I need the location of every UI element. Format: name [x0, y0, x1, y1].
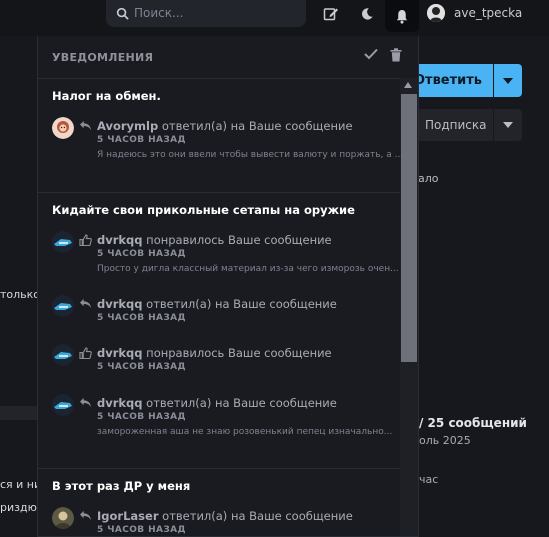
like-icon [79, 347, 92, 359]
notification-user[interactable]: dvrkqq [97, 346, 143, 360]
reply-icon [80, 397, 91, 408]
group-divider [38, 468, 400, 469]
bg-text-year: оль 2025 [419, 434, 471, 447]
notifications-button[interactable] [385, 0, 419, 32]
notification-action: ответил(а) на Ваше сообщение [162, 509, 353, 523]
thread-title[interactable]: В этот раз ДР у меня [52, 479, 190, 493]
scroll-up-arrow-icon[interactable] [404, 82, 412, 88]
theme-toggle-button[interactable] [353, 0, 381, 28]
bg-text-nachalo: ало [418, 172, 439, 185]
notification-action: понравилось Ваше сообщение [146, 346, 332, 360]
caret-down-icon [503, 77, 513, 84]
bg-text-now: час [419, 473, 439, 486]
avatar [52, 394, 74, 416]
notification-time: 5 ЧАСОВ НАЗАД [97, 362, 186, 372]
notification-item[interactable]: IgorLaser ответил(а) на Ваше сообщение 5… [52, 507, 397, 536]
notification-item[interactable]: dvrkqq понравилось Ваше сообщение 5 ЧАСО… [52, 344, 397, 392]
notification-action: ответил(а) на Ваше сообщение [146, 297, 337, 311]
notification-snippet: замороженная аша не знаю розовенький пеп… [97, 427, 393, 437]
bg-text-ni: ся и ни [0, 478, 42, 491]
avatar [52, 295, 74, 317]
subscribe-button-label: Подписка [425, 118, 487, 132]
panel-title: УВЕДОМЛЕНИЯ [52, 51, 154, 64]
notification-time: 5 ЧАСОВ НАЗАД [97, 412, 186, 422]
avatar [52, 507, 74, 529]
notifications-panel: УВЕДОМЛЕНИЯ Налог на обмен. Avorymlp отв… [37, 36, 419, 537]
bg-text-messages: / 25 сообщений [419, 416, 527, 430]
reply-button-label: Ответить [413, 73, 483, 88]
notification-action: понравилось Ваше сообщение [146, 233, 332, 247]
notification-user[interactable]: dvrkqq [97, 297, 143, 311]
like-icon [79, 234, 92, 246]
notification-time: 5 ЧАСОВ НАЗАД [97, 135, 186, 145]
thread-title[interactable]: Кидайте свои прикольные сетапы на оружие [52, 203, 355, 217]
moon-icon [362, 8, 373, 20]
bg-text-tolko: только [0, 288, 41, 301]
top-bar: Поиск... ave_tpecka [0, 0, 549, 36]
thread-title[interactable]: Налог на обмен. [52, 89, 161, 103]
notification-snippet: Я надеюсь это они ввели чтобы вывести ва… [97, 150, 404, 160]
notification-item[interactable]: dvrkqq понравилось Ваше сообщение 5 ЧАСО… [52, 231, 399, 279]
username-link[interactable]: ave_tpecka [454, 6, 522, 20]
notification-action: ответил(а) на Ваше сообщение [161, 119, 353, 133]
notification-item[interactable]: Avorymlp ответил(а) на Ваше сообщение 5 … [52, 117, 403, 165]
bg-divider-strip [0, 406, 38, 420]
notification-item[interactable]: dvrkqq ответил(а) на Ваше сообщение 5 ЧА… [52, 295, 397, 343]
user-avatar[interactable] [427, 4, 445, 22]
group-divider [38, 192, 400, 193]
scrollbar-thumb[interactable] [401, 94, 417, 362]
notification-action: ответил(а) на Ваше сообщение [146, 396, 337, 410]
notification-user[interactable]: dvrkqq [97, 233, 143, 247]
search-input[interactable]: Поиск... [134, 6, 183, 20]
notification-time: 5 ЧАСОВ НАЗАД [97, 525, 186, 535]
trash-icon[interactable] [390, 48, 402, 62]
mark-read-icon[interactable] [364, 48, 378, 60]
caret-down-icon [503, 122, 513, 128]
new-post-button[interactable] [317, 0, 345, 28]
notification-user[interactable]: dvrkqq [97, 396, 143, 410]
notification-time: 5 ЧАСОВ НАЗАД [97, 313, 186, 323]
reply-dropdown-button[interactable] [494, 64, 522, 97]
notification-user[interactable]: IgorLaser [97, 509, 159, 523]
reply-icon [80, 510, 91, 521]
avatar [52, 344, 74, 366]
notification-snippet: Просто у дигла классный материал из-за ч… [97, 264, 399, 274]
bell-icon [396, 9, 408, 24]
notification-item[interactable]: dvrkqq ответил(а) на Ваше сообщение 5 ЧА… [52, 394, 397, 442]
search-box[interactable]: Поиск... [106, 0, 306, 27]
notification-time: 5 ЧАСОВ НАЗАД [97, 249, 186, 259]
avatar [52, 231, 74, 253]
panel-header: УВЕДОМЛЕНИЯ [38, 36, 418, 79]
notification-user[interactable]: Avorymlp [97, 119, 158, 133]
subscribe-dropdown-button[interactable] [494, 109, 522, 141]
avatar [52, 117, 74, 139]
reply-icon [80, 298, 91, 309]
reply-icon [80, 120, 91, 131]
edit-icon [323, 8, 338, 21]
search-icon [116, 7, 129, 20]
